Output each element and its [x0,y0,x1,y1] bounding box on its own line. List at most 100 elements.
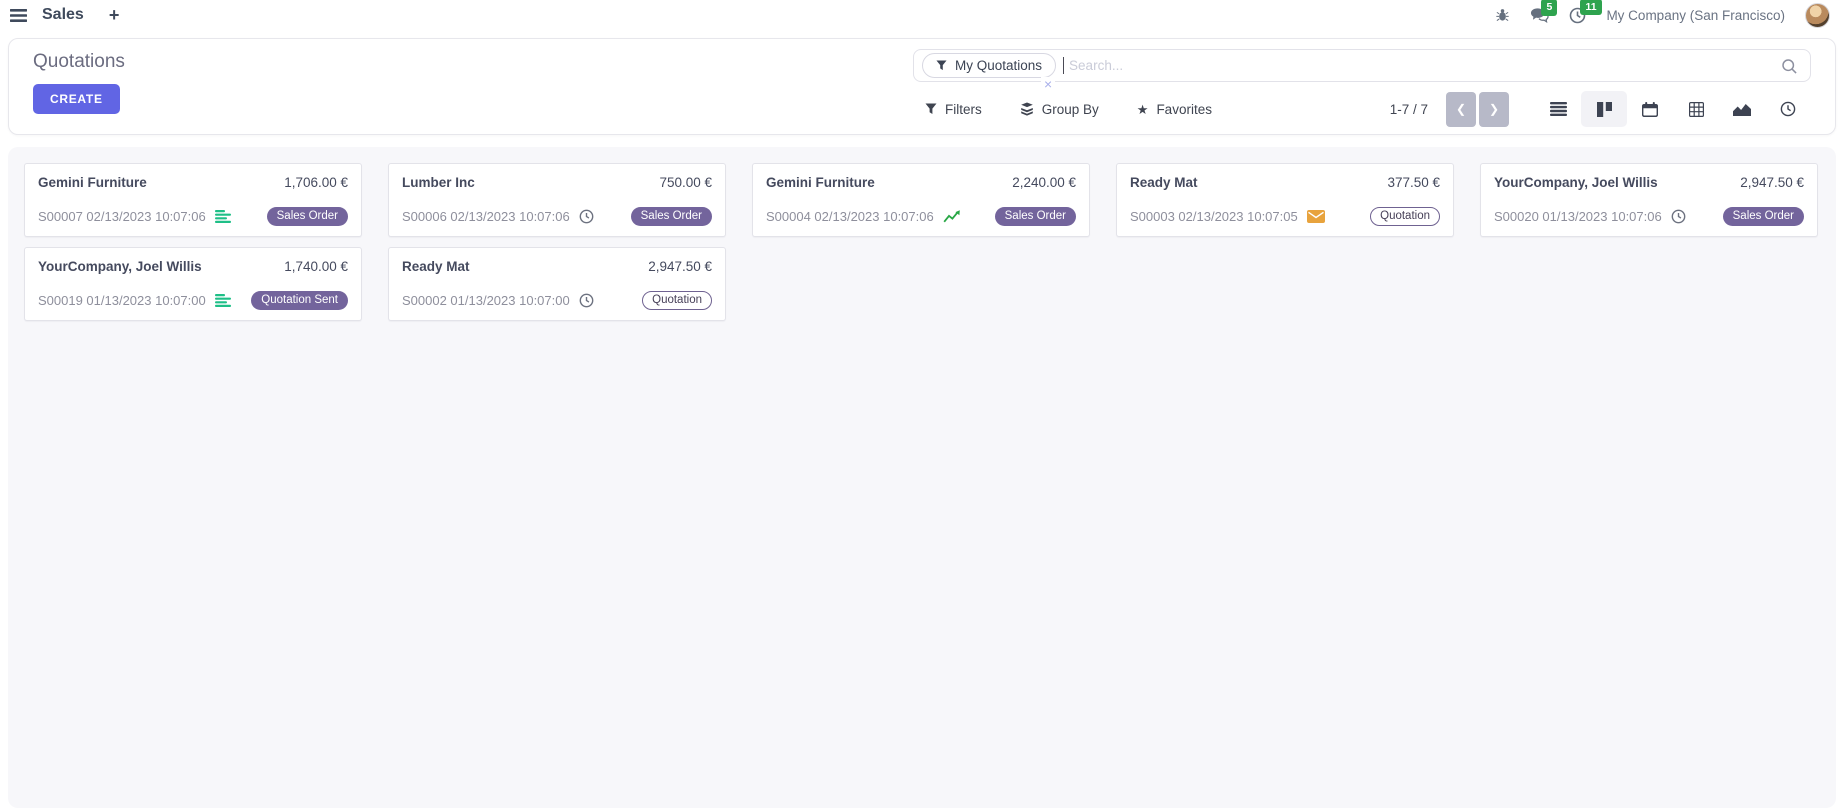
customer-name: Gemini Furniture [766,175,875,190]
customer-name: Gemini Furniture [38,175,147,190]
user-avatar[interactable] [1805,3,1830,28]
filters-button[interactable]: Filters [925,102,982,117]
card-top-row: Lumber Inc 750.00 € [402,175,712,190]
card-top-row: Ready Mat 2,947.50 € [402,259,712,274]
quotation-card[interactable]: YourCompany, Joel Willis 2,947.50 € S000… [1480,163,1818,237]
messages-icon[interactable]: 5 [1530,7,1549,23]
order-amount: 750.00 € [659,175,712,190]
clock-icon[interactable] [579,293,594,308]
view-activity-icon[interactable] [1765,91,1811,127]
quotation-card[interactable]: YourCompany, Joel Willis 1,740.00 € S000… [24,247,362,321]
quotation-card[interactable]: Lumber Inc 750.00 € S00006 02/13/2023 10… [388,163,726,237]
customer-name: Ready Mat [1130,175,1198,190]
status-badge: Sales Order [267,207,348,227]
view-calendar-icon[interactable] [1627,91,1673,127]
messages-count-badge: 5 [1541,0,1557,16]
card-bottom-row: S00002 01/13/2023 10:07:00 Quotation [402,291,712,311]
customer-name: Lumber Inc [402,175,475,190]
filter-funnel-icon [925,103,937,115]
order-reference: S00020 01/13/2023 10:07:06 [1494,209,1662,224]
card-top-row: Ready Mat 377.50 € [1130,175,1440,190]
create-button[interactable]: CREATE [33,84,120,114]
card-bottom-row: S00019 01/13/2023 10:07:00 Quotation Sen… [38,291,348,311]
text-cursor [1063,57,1064,74]
group-by-label: Group By [1042,102,1099,117]
navbar-right: 5 11 My Company (San Francisco) [1495,3,1830,28]
order-amount: 1,740.00 € [284,259,348,274]
order-amount: 2,947.50 € [1740,175,1804,190]
activities-count-badge: 11 [1580,0,1601,15]
navbar: Sales + 5 11 My Company (San Francisco) [0,0,1844,30]
clock-icon[interactable] [579,209,594,224]
filter-funnel-icon [936,60,947,71]
kanban-view: Gemini Furniture 1,706.00 € S00007 02/13… [8,147,1836,808]
card-top-row: Gemini Furniture 2,240.00 € [766,175,1076,190]
group-by-button[interactable]: Group By [1020,102,1099,117]
card-top-row: Gemini Furniture 1,706.00 € [38,175,348,190]
view-switcher [1535,91,1811,127]
list-bars-icon[interactable] [215,294,231,307]
controls-row: Filters Group By ★ Favorites 1-7 / 7 ❮ ❯ [913,91,1811,127]
app-name[interactable]: Sales [42,6,84,24]
chart-line-icon[interactable] [943,209,961,223]
card-bottom-row: S00020 01/13/2023 10:07:06 Sales Order [1494,207,1804,227]
status-badge: Quotation [642,291,712,311]
search-facet-my-quotations[interactable]: My Quotations [922,53,1056,78]
pager: 1-7 / 7 ❮ ❯ [1390,92,1509,127]
quotation-card[interactable]: Gemini Furniture 1,706.00 € S00007 02/13… [24,163,362,237]
filters-label: Filters [945,102,982,117]
pager-previous-button[interactable]: ❮ [1446,92,1476,127]
kanban-records: Gemini Furniture 1,706.00 € S00007 02/13… [24,163,1820,321]
status-badge: Sales Order [1723,207,1804,227]
card-bottom-row: S00004 02/13/2023 10:07:06 Sales Order [766,207,1076,227]
quotation-card[interactable]: Ready Mat 2,947.50 € S00002 01/13/2023 1… [388,247,726,321]
control-panel: Quotations CREATE My Quotations × Fil [8,38,1836,135]
quotation-card[interactable]: Ready Mat 377.50 € S00003 02/13/2023 10:… [1116,163,1454,237]
facet-remove-icon[interactable]: × [1041,77,1055,91]
order-amount: 2,240.00 € [1012,175,1076,190]
search-facet-label: My Quotations [955,58,1042,73]
activities-clock-icon[interactable]: 11 [1569,7,1586,24]
plus-icon[interactable]: + [109,5,120,26]
envelope-icon[interactable] [1307,210,1325,223]
card-top-row: YourCompany, Joel Willis 1,740.00 € [38,259,348,274]
customer-name: YourCompany, Joel Willis [38,259,202,274]
list-bars-icon[interactable] [215,210,231,223]
status-badge: Sales Order [995,207,1076,227]
search-icon[interactable] [1781,58,1798,75]
order-reference: S00007 02/13/2023 10:07:06 [38,209,206,224]
view-pivot-icon[interactable] [1673,91,1719,127]
pager-next-button[interactable]: ❯ [1479,92,1509,127]
order-reference: S00019 01/13/2023 10:07:00 [38,293,206,308]
pager-range[interactable]: 1-7 / 7 [1390,102,1428,117]
view-list-icon[interactable] [1535,91,1581,127]
quotation-card[interactable]: Gemini Furniture 2,240.00 € S00004 02/13… [752,163,1090,237]
status-badge: Quotation [1370,207,1440,227]
navbar-left: Sales + [10,5,119,26]
favorites-button[interactable]: ★ Favorites [1137,102,1212,117]
order-amount: 377.50 € [1387,175,1440,190]
status-badge: Quotation Sent [251,291,348,311]
order-amount: 2,947.50 € [648,259,712,274]
star-icon: ★ [1137,103,1149,116]
order-reference: S00004 02/13/2023 10:07:06 [766,209,934,224]
clock-icon[interactable] [1671,209,1686,224]
page-title: Quotations [33,51,125,73]
order-reference: S00003 02/13/2023 10:07:05 [1130,209,1298,224]
debug-bug-icon[interactable] [1495,7,1510,23]
company-switcher[interactable]: My Company (San Francisco) [1606,8,1785,23]
customer-name: Ready Mat [402,259,470,274]
search-input[interactable] [1067,57,1772,74]
card-top-row: YourCompany, Joel Willis 2,947.50 € [1494,175,1804,190]
card-bottom-row: S00007 02/13/2023 10:07:06 Sales Order [38,207,348,227]
card-bottom-row: S00003 02/13/2023 10:07:05 Quotation [1130,207,1440,227]
control-panel-right: My Quotations × Filters Group By [913,49,1811,122]
control-panel-left: Quotations CREATE [33,49,125,122]
order-amount: 1,706.00 € [284,175,348,190]
order-reference: S00002 01/13/2023 10:07:00 [402,293,570,308]
apps-menu-icon[interactable] [10,9,27,22]
order-reference: S00006 02/13/2023 10:07:06 [402,209,570,224]
customer-name: YourCompany, Joel Willis [1494,175,1658,190]
view-kanban-icon[interactable] [1581,91,1627,127]
view-graph-icon[interactable] [1719,91,1765,127]
